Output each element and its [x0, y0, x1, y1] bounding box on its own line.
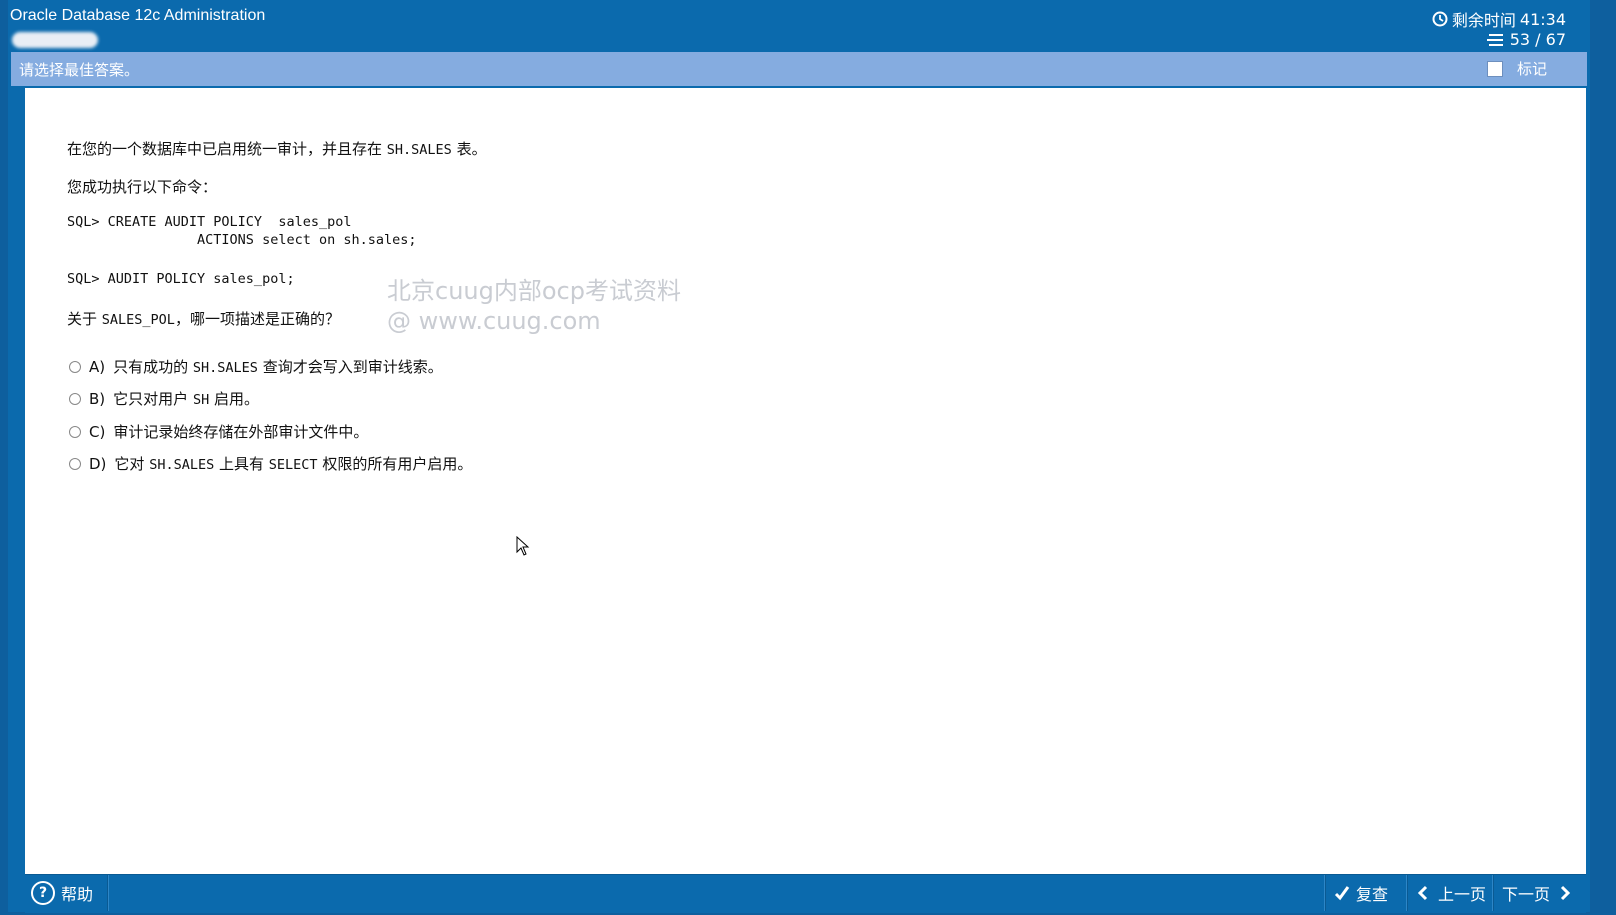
- bottom-toolbar: ? 帮助 复查 上一页 下一页: [25, 874, 1586, 913]
- watermark-line-2: @ www.cuug.com: [387, 307, 601, 335]
- exec-text: 您成功执行以下命令：: [67, 178, 218, 196]
- sql-block-2: SQL> AUDIT POLICY sales_pol;: [67, 271, 295, 287]
- time-remaining: 剩余时间 41:34: [1432, 7, 1566, 31]
- help-icon: ?: [31, 881, 55, 905]
- option-d-text: 它对 SH.SALES 上具有 SELECT 权限的所有用户启用。: [114, 455, 473, 473]
- option-b-letter: B): [89, 389, 106, 408]
- sql-block-1: SQL> CREATE AUDIT POLICY sales_pol ACTIO…: [67, 214, 417, 248]
- timer-label: 剩余时间: [1451, 11, 1516, 30]
- radio-a[interactable]: [69, 360, 81, 373]
- watermark-line-1: 北京cuug内部ocp考试资料: [387, 277, 681, 305]
- checkmark-icon: [1334, 886, 1350, 901]
- arrow-left-icon: [1417, 885, 1428, 901]
- prompt-suffix: ，哪一项描述是正确的？: [174, 310, 340, 328]
- redacted-username: [12, 32, 98, 48]
- app-title: Oracle Database 12c Administration: [10, 7, 266, 24]
- radio-c[interactable]: [69, 425, 81, 438]
- review-label: 复查: [1356, 885, 1389, 904]
- exam-window: Oracle Database 12c Administration 剩余时间 …: [8, 0, 1590, 913]
- option-c-letter: C): [89, 422, 106, 441]
- next-label: 下一页: [1502, 885, 1551, 904]
- prompt-text: 关于: [67, 310, 102, 328]
- progress-text: 53 / 67: [1509, 30, 1566, 49]
- title-bar: Oracle Database 12c Administration 剩余时间 …: [8, 0, 1590, 52]
- watermark: 北京cuug内部ocp考试资料 @ www.cuug.com: [387, 276, 681, 336]
- intro-suffix: 表。: [451, 140, 487, 158]
- instruction-text: 请选择最佳答案。: [19, 61, 140, 79]
- help-label: 帮助: [61, 885, 94, 904]
- list-icon: [1486, 33, 1503, 46]
- mouse-cursor-icon: [516, 536, 530, 556]
- prompt-code: SALES_POL: [101, 312, 175, 328]
- arrow-right-icon: [1560, 885, 1571, 901]
- question-intro: 在您的一个数据库中已启用统一审计，并且存在 SH.SALES 表。: [67, 138, 487, 159]
- option-a-letter: A): [89, 357, 106, 376]
- option-b-text: 它只对用户 SH 启用。: [113, 390, 259, 408]
- previous-button[interactable]: 上一页: [1407, 875, 1494, 911]
- intro-text: 在您的一个数据库中已启用统一审计，并且存在: [67, 140, 387, 158]
- option-a[interactable]: A) 只有成功的 SH.SALES 查询才会写入到审计线索。: [69, 356, 443, 377]
- question-progress: 53 / 67: [1486, 30, 1566, 49]
- intro-code: SH.SALES: [386, 142, 452, 158]
- review-button[interactable]: 复查: [1325, 875, 1396, 911]
- help-button[interactable]: ? 帮助: [31, 875, 109, 911]
- option-c[interactable]: C) 审计记录始终存储在外部审计文件中。: [69, 421, 368, 442]
- option-d-letter: D): [89, 454, 107, 473]
- mark-toggle[interactable]: 标记: [1486, 58, 1547, 79]
- clock-icon: [1432, 11, 1448, 27]
- option-b[interactable]: B) 它只对用户 SH 启用。: [69, 388, 259, 409]
- question-prompt: 关于 SALES_POL，哪一项描述是正确的？: [67, 308, 340, 329]
- instruction-bar: 请选择最佳答案。 标记: [11, 52, 1587, 86]
- option-d[interactable]: D) 它对 SH.SALES 上具有 SELECT 权限的所有用户启用。: [69, 453, 472, 474]
- option-c-text: 审计记录始终存储在外部审计文件中。: [113, 423, 369, 441]
- mark-checkbox[interactable]: [1486, 60, 1503, 77]
- timer-value: 41:34: [1519, 9, 1566, 29]
- next-button[interactable]: 下一页: [1493, 875, 1580, 911]
- option-a-text: 只有成功的 SH.SALES 查询才会写入到审计线索。: [113, 358, 443, 376]
- radio-d[interactable]: [69, 457, 81, 470]
- radio-b[interactable]: [69, 392, 81, 405]
- previous-label: 上一页: [1438, 885, 1487, 904]
- question-panel: 在您的一个数据库中已启用统一审计，并且存在 SH.SALES 表。 您成功执行以…: [25, 88, 1586, 874]
- mark-label: 标记: [1516, 60, 1547, 78]
